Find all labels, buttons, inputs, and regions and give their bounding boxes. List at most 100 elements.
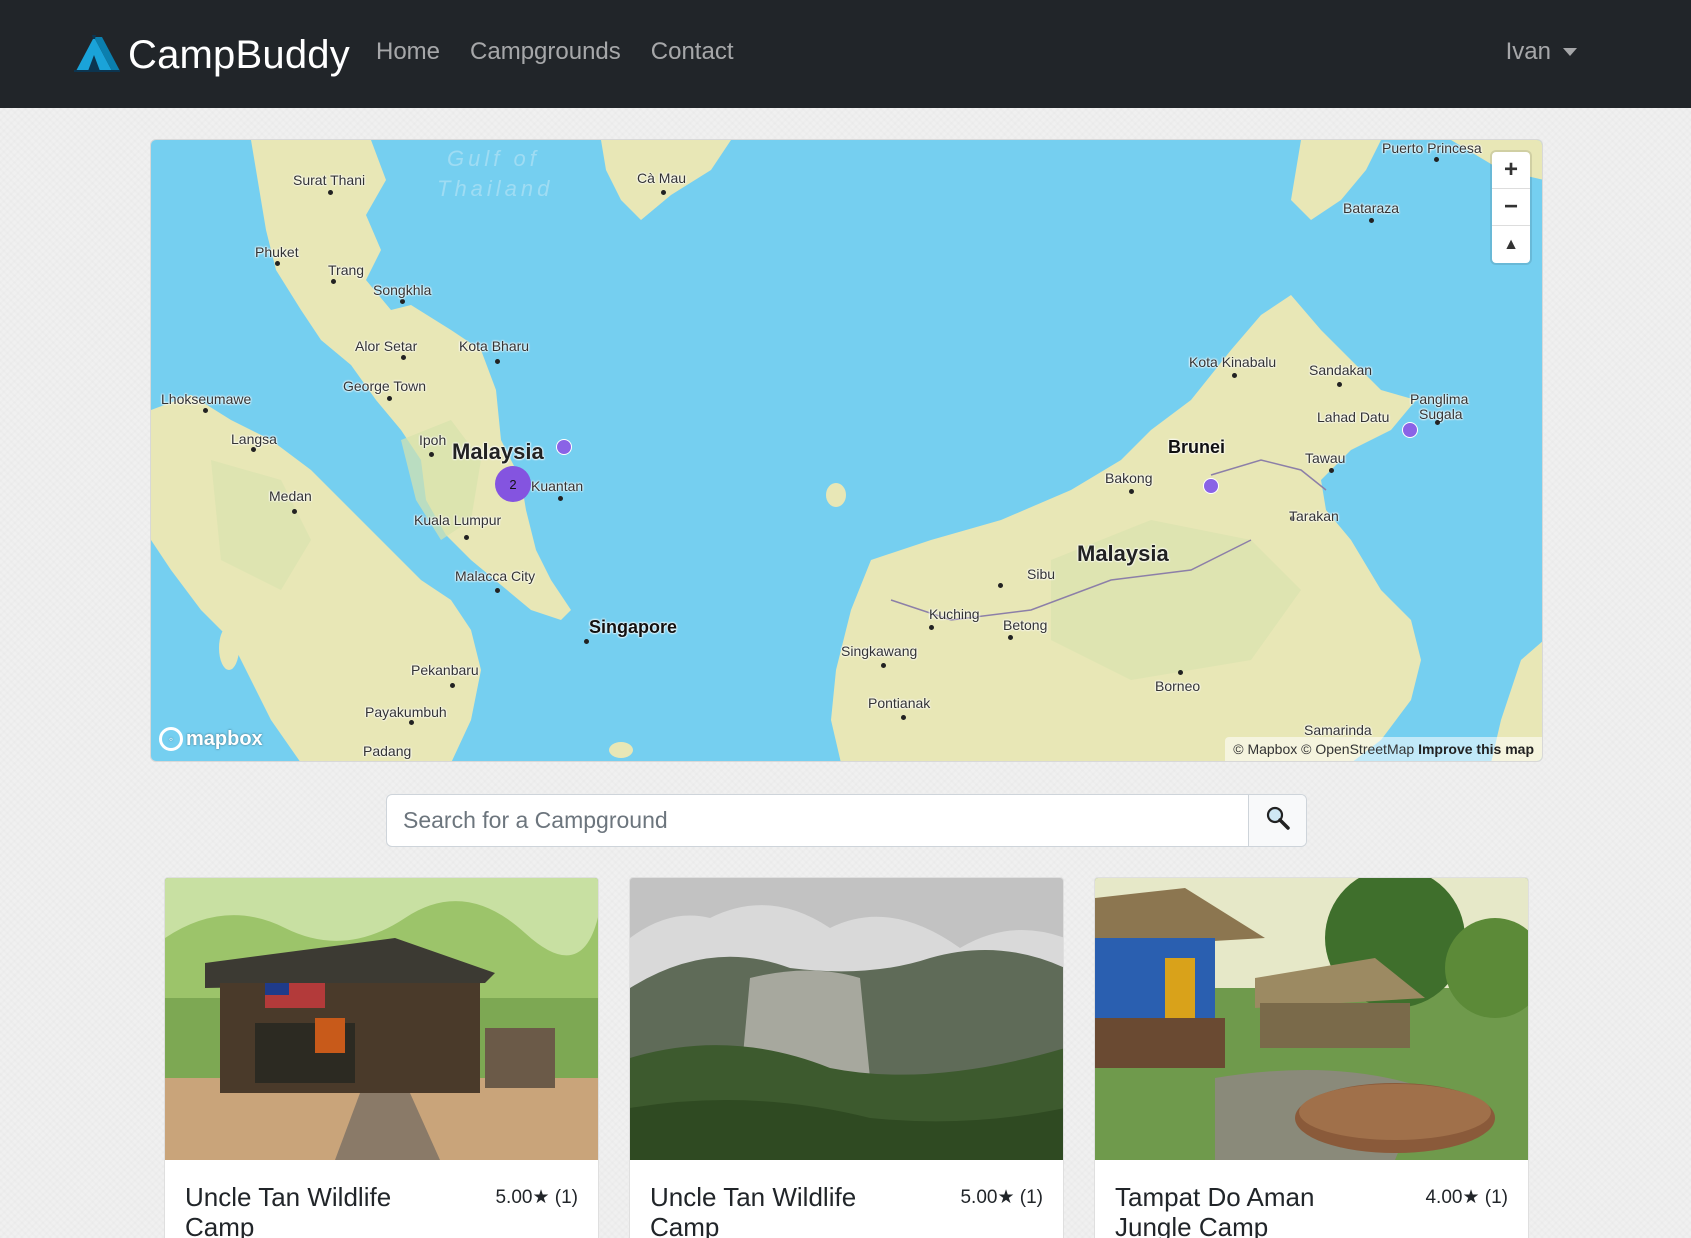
improve-map-link[interactable]: Improve this map: [1418, 741, 1534, 757]
campground-rating: 4.00★ (1): [1425, 1187, 1508, 1208]
map-dot: [400, 299, 405, 304]
map-dot: [901, 715, 906, 720]
nav-contact[interactable]: Contact: [651, 38, 734, 66]
map-place: Lahad Datu: [1317, 409, 1390, 425]
compass-button[interactable]: ▲: [1492, 226, 1530, 263]
campground-marker[interactable]: [1402, 422, 1418, 438]
campground-title[interactable]: Uncle Tan Wildlife Camp: [185, 1182, 445, 1238]
map-dot: [275, 261, 280, 266]
campground-photo[interactable]: [630, 878, 1063, 1160]
map-dot: [409, 720, 414, 725]
map-place: Singkawang: [841, 643, 918, 659]
map-place: Borneo: [1155, 678, 1201, 694]
map-dot: [292, 509, 297, 514]
map-place: Samarinda: [1304, 722, 1372, 738]
sea-label: Thailand: [437, 176, 554, 201]
map-dot: [998, 583, 1003, 588]
marker-cluster[interactable]: 2: [495, 466, 531, 502]
map-place: Bakong: [1105, 470, 1153, 486]
map-place: Cà Mau: [637, 170, 687, 186]
tent-icon: [72, 33, 122, 78]
campground-marker[interactable]: [556, 439, 572, 455]
zoom-in-button[interactable]: +: [1492, 152, 1530, 189]
map-controls: + − ▲: [1492, 152, 1530, 263]
campground-title[interactable]: Tampat Do Aman Jungle Camp: [1115, 1182, 1375, 1238]
map-dot: [1178, 670, 1183, 675]
campground-card[interactable]: Uncle Tan Wildlife Camp 5.00★ (1): [629, 877, 1064, 1238]
map-place: Kuala Lumpur: [414, 512, 502, 528]
brand-name: CampBuddy: [128, 32, 350, 77]
map-place: Betong: [1003, 617, 1048, 633]
map-dot: [881, 663, 886, 668]
map-dot: [1337, 382, 1342, 387]
nav-links: Home Campgrounds Contact: [376, 38, 734, 66]
search-button[interactable]: [1248, 795, 1306, 846]
map-dot: [558, 496, 563, 501]
search-icon: [1265, 805, 1291, 836]
mapbox-logo[interactable]: ◦ mapbox: [159, 727, 263, 751]
zoom-out-button[interactable]: −: [1492, 189, 1530, 226]
campground-marker[interactable]: [1203, 478, 1219, 494]
map-place: Bataraza: [1343, 200, 1400, 216]
map-dot: [450, 683, 455, 688]
map-place: Sibu: [1027, 566, 1056, 582]
map-dot: [464, 535, 469, 540]
map-place: Kota Bharu: [459, 338, 530, 354]
campground-card[interactable]: Tampat Do Aman Jungle Camp 4.00★ (1): [1094, 877, 1529, 1238]
campground-photo[interactable]: [1095, 878, 1528, 1160]
map-dot: [1434, 157, 1439, 162]
map-place: Kuching: [929, 606, 980, 622]
map-place: Tarakan: [1289, 508, 1339, 524]
map-place: Payakumbuh: [365, 704, 447, 720]
map-place: Songkhla: [373, 282, 432, 298]
nav-campgrounds[interactable]: Campgrounds: [470, 38, 621, 66]
map-place: Pekanbaru: [411, 662, 479, 678]
map-place: Surat Thani: [293, 172, 366, 188]
map-place: Langsa: [231, 431, 277, 447]
map-place: Padang: [363, 743, 412, 759]
map-place: Kota Kinabalu: [1189, 354, 1277, 370]
attribution-text[interactable]: © Mapbox © OpenStreetMap: [1233, 741, 1414, 757]
map-dot: [331, 279, 336, 284]
nav-home[interactable]: Home: [376, 38, 440, 66]
campground-rating: 5.00★ (1): [960, 1187, 1043, 1208]
mapbox-logo-icon: ◦: [159, 727, 183, 751]
card-body: Uncle Tan Wildlife Camp 5.00★ (1): [630, 1160, 1063, 1238]
campground-title[interactable]: Uncle Tan Wildlife Camp: [650, 1182, 910, 1238]
map-dot: [1329, 468, 1334, 473]
mapbox-logo-text: mapbox: [186, 727, 263, 750]
map-dot: [401, 355, 406, 360]
map-place: Ipoh: [419, 432, 447, 448]
campground-photo[interactable]: [165, 878, 598, 1160]
search-input[interactable]: [387, 795, 1248, 846]
map-place: Trang: [328, 262, 365, 278]
campground-map[interactable]: Gulf of Thailand Surat Thani Cà Mau Puer…: [150, 139, 1543, 762]
map-dot: [328, 190, 333, 195]
campground-card[interactable]: Uncle Tan Wildlife Camp 5.00★ (1): [164, 877, 599, 1238]
map-place: Panglima: [1410, 391, 1469, 407]
map-dot: [1435, 420, 1440, 425]
campground-rating: 5.00★ (1): [495, 1187, 578, 1208]
card-body: Tampat Do Aman Jungle Camp 4.00★ (1): [1095, 1160, 1528, 1238]
map-place: Sugala: [1419, 406, 1463, 422]
map-country-label: Brunei: [1168, 437, 1226, 457]
search-bar: [386, 794, 1307, 847]
map-place: Singapore: [589, 617, 678, 637]
map-dot: [1008, 635, 1013, 640]
map-dot: [929, 625, 934, 630]
brand-link[interactable]: CampBuddy: [72, 30, 350, 80]
map-country-label: Malaysia: [452, 439, 544, 464]
user-dropdown[interactable]: Ivan: [1506, 38, 1577, 66]
map-place: Phuket: [255, 244, 299, 260]
map-place: Lhokseumawe: [161, 391, 252, 407]
card-body: Uncle Tan Wildlife Camp 5.00★ (1): [165, 1160, 598, 1238]
map-dot: [1129, 489, 1134, 494]
map-dot: [1232, 373, 1237, 378]
map-country-label: Malaysia: [1077, 541, 1169, 566]
map-place: Sandakan: [1309, 362, 1373, 378]
map-place: Alor Setar: [355, 338, 418, 354]
map-place: Puerto Princesa: [1382, 140, 1482, 156]
map-dot: [495, 588, 500, 593]
map-place: Medan: [269, 488, 312, 504]
map-attribution: © Mapbox © OpenStreetMap Improve this ma…: [1225, 737, 1542, 761]
